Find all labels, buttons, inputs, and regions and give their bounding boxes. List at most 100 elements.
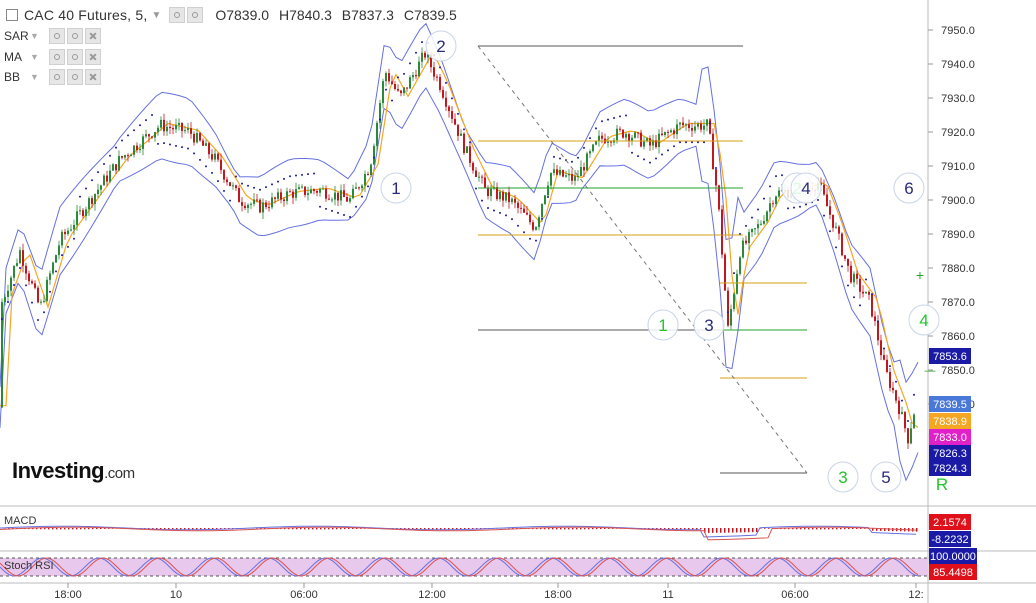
- sar-dot: [61, 254, 63, 257]
- candle-body: [835, 226, 837, 228]
- chevron-down-icon[interactable]: ▼: [151, 10, 161, 21]
- candle-body: [619, 128, 621, 130]
- chart-window[interactable]: 7950.0 7940.0 7930.0 7920.0 7910.0 7900.0 7890…: [0, 0, 1036, 603]
- candle-body: [724, 254, 726, 291]
- close-icon[interactable]: [84, 28, 101, 44]
- candle-body: [526, 212, 528, 215]
- candle-body: [868, 291, 870, 295]
- sar-dot: [331, 209, 333, 212]
- candle-body: [418, 61, 420, 77]
- candle-body: [223, 170, 225, 180]
- candle-body: [874, 316, 876, 321]
- candle-body: [859, 278, 861, 292]
- indicator-row-bb[interactable]: BB ▼: [4, 68, 103, 86]
- candle-body: [439, 77, 441, 90]
- price-badge-label: 7838.9: [933, 416, 967, 428]
- candle-body: [505, 192, 507, 201]
- candle-body: [754, 228, 756, 230]
- eye-icon[interactable]: [48, 28, 65, 44]
- candle-body: [454, 118, 456, 125]
- sar-dot: [733, 272, 735, 275]
- candle-body: [475, 170, 477, 177]
- sar-dot: [607, 118, 609, 121]
- sar-dot: [475, 187, 477, 190]
- symbol-square-icon[interactable]: [6, 9, 18, 21]
- sar-dot: [187, 147, 189, 150]
- sar-dot: [37, 319, 39, 322]
- candle-body: [55, 255, 57, 263]
- sar-dot: [499, 211, 501, 214]
- candle-body: [4, 296, 6, 303]
- candle-body: [667, 131, 669, 133]
- close-icon[interactable]: [84, 69, 101, 85]
- candle-body: [406, 87, 408, 89]
- candle-body: [442, 89, 444, 98]
- symbol-title[interactable]: CAC 40 Futures, 5,: [24, 7, 147, 23]
- macd-histogram-bar: [456, 528, 458, 530]
- indicator-row-sar[interactable]: SAR ▼: [4, 27, 103, 45]
- candle-body: [250, 203, 252, 205]
- candle-body: [154, 132, 156, 138]
- candle-body: [193, 133, 195, 143]
- macd-histogram-bar: [200, 528, 202, 530]
- settings-icon[interactable]: [66, 28, 83, 44]
- candle-body: [871, 294, 873, 317]
- chevron-down-icon[interactable]: ▼: [30, 52, 39, 62]
- candle-body: [64, 231, 66, 235]
- macd-histogram-bar: [72, 528, 74, 530]
- candle-body: [184, 130, 186, 132]
- candle-body: [388, 73, 390, 82]
- candle-body: [160, 119, 162, 128]
- chevron-down-icon[interactable]: ▼: [30, 31, 39, 41]
- sar-dot: [619, 115, 621, 118]
- candle-body: [13, 265, 15, 278]
- candle-body: [157, 127, 159, 133]
- candle-body: [523, 208, 525, 213]
- macd-histogram-bar: [80, 528, 82, 530]
- settings-icon[interactable]: [66, 69, 83, 85]
- chevron-down-icon[interactable]: ▼: [30, 72, 39, 82]
- settings-icon[interactable]: [187, 7, 204, 23]
- sar-dot: [745, 224, 747, 227]
- sar-dot: [409, 62, 411, 65]
- sar-dot: [43, 311, 45, 314]
- candle-body: [226, 179, 228, 183]
- wave-label: 1: [658, 316, 667, 335]
- macd-histogram-bar: [572, 528, 574, 530]
- stoch-rsi-label[interactable]: Stoch RSI: [4, 560, 54, 572]
- eye-icon[interactable]: [48, 69, 65, 85]
- sar-dot: [451, 97, 453, 100]
- stoch-badge-label: 85.4498: [933, 567, 973, 579]
- settings-icon[interactable]: [66, 49, 83, 65]
- candle-body: [658, 133, 660, 147]
- candle-body: [151, 136, 153, 138]
- candle-body: [460, 133, 462, 136]
- candle-body: [166, 126, 168, 132]
- macd-label[interactable]: MACD: [4, 515, 36, 527]
- candle-body: [61, 231, 63, 246]
- wave-label: 3: [704, 316, 713, 335]
- candle-body: [307, 193, 309, 195]
- sar-dot: [205, 165, 207, 168]
- candle-body: [892, 387, 894, 391]
- candle-body: [634, 132, 636, 138]
- macd-histogram-bar: [312, 528, 314, 530]
- sar-dot: [73, 237, 75, 240]
- candle-body: [472, 162, 474, 171]
- plus-marker: +: [916, 267, 924, 283]
- indicator-row-ma[interactable]: MA ▼: [4, 48, 103, 66]
- eye-icon[interactable]: [48, 49, 65, 65]
- close-icon[interactable]: [84, 49, 101, 65]
- time-tick-label: 18:00: [54, 589, 82, 601]
- time-tick-label: 06:00: [290, 589, 318, 601]
- candle-body: [139, 148, 141, 151]
- candle-body: [292, 191, 294, 198]
- candle-body: [85, 209, 87, 216]
- sar-dot: [883, 347, 885, 350]
- sar-dot: [415, 51, 417, 54]
- eye-icon[interactable]: [169, 7, 186, 23]
- logo-suffix: .com: [104, 465, 135, 482]
- candle-body: [862, 291, 864, 294]
- price-chart[interactable]: 7950.0 7940.0 7930.0 7920.0 7910.0 7900.0 7890…: [0, 0, 1036, 603]
- candle-body: [574, 176, 576, 181]
